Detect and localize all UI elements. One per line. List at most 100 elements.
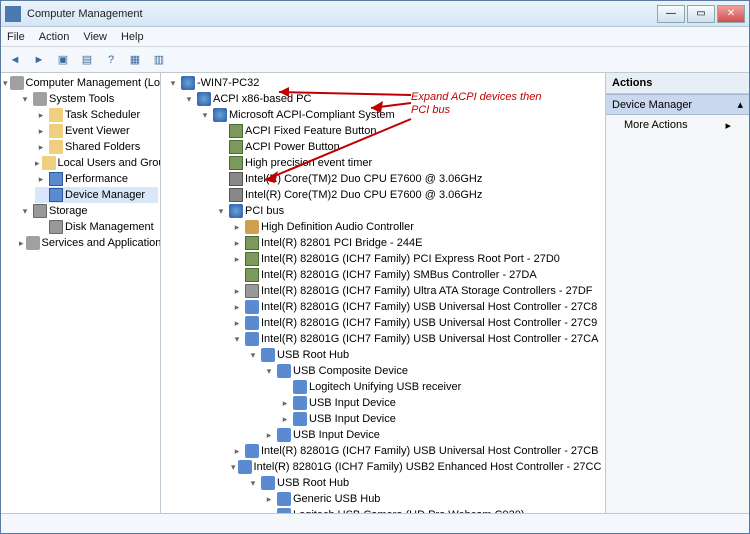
computer-icon <box>213 108 227 122</box>
toolbar: ◄ ► ▣ ▤ ? ▦ ▥ <box>1 47 749 73</box>
usb-icon <box>245 332 259 346</box>
device-tree-pane[interactable]: ▾-WIN7-PC32 ▾ACPI x86-based PC ▾Microsof… <box>161 73 605 513</box>
tree-item[interactable]: ▸USB Input Device <box>279 411 599 427</box>
actions-section[interactable]: Device Manager ▴ <box>606 94 749 115</box>
storage-icon <box>33 204 47 218</box>
menubar: File Action View Help <box>1 27 749 47</box>
show-hide-button[interactable]: ▤ <box>77 50 97 70</box>
system-icon <box>229 156 243 170</box>
forward-button[interactable]: ► <box>29 50 49 70</box>
menu-file[interactable]: File <box>7 31 25 43</box>
tree-item[interactable]: ▸USB Input Device <box>279 395 599 411</box>
system-icon <box>229 140 243 154</box>
ata-icon <box>245 284 259 298</box>
nav-performance[interactable]: ▸Performance <box>35 171 158 187</box>
statusbar <box>1 513 749 533</box>
tree-item[interactable]: ▾USB Composite Device <box>263 363 599 379</box>
cpu-icon <box>229 188 243 202</box>
tree-item[interactable]: ▾USB Root Hub <box>247 475 599 491</box>
chevron-right-icon: ▸ <box>725 119 731 132</box>
system-icon <box>245 268 259 282</box>
tree-item[interactable]: ▸High Definition Audio Controller <box>231 219 599 235</box>
menu-help[interactable]: Help <box>121 31 144 43</box>
tree-item[interactable]: ▸Intel(R) 82801G (ICH7 Family) USB Unive… <box>231 315 599 331</box>
window-frame: Computer Management — ▭ ✕ File Action Vi… <box>0 0 750 534</box>
back-button[interactable]: ◄ <box>5 50 25 70</box>
refresh-button[interactable]: ▦ <box>125 50 145 70</box>
nav-task-scheduler[interactable]: ▸Task Scheduler <box>35 107 158 123</box>
body-area: ▾Computer Management (Local ▾System Tool… <box>1 73 749 513</box>
window-title: Computer Management <box>27 8 657 20</box>
usb-icon <box>238 460 252 474</box>
collapse-icon[interactable]: ▴ <box>737 98 743 111</box>
usb-icon <box>261 348 275 362</box>
usb-icon <box>277 492 291 506</box>
nav-root[interactable]: ▾Computer Management (Local <box>3 75 158 91</box>
tree-item[interactable]: ▾Intel(R) 82801G (ICH7 Family) USB2 Enha… <box>231 459 599 475</box>
maximize-button[interactable]: ▭ <box>687 5 715 23</box>
app-icon <box>5 6 21 22</box>
clock-icon <box>49 108 63 122</box>
perf-icon <box>49 172 63 186</box>
nav-shared-folders[interactable]: ▸Shared Folders <box>35 139 158 155</box>
close-button[interactable]: ✕ <box>717 5 745 23</box>
tree-item[interactable]: ACPI Fixed Feature Button <box>215 123 599 139</box>
nav-storage[interactable]: ▾Storage <box>19 203 158 219</box>
tree-item[interactable]: Intel(R) 82801G (ICH7 Family) SMBus Cont… <box>231 267 599 283</box>
tree-acpi-pc[interactable]: ▾ACPI x86-based PC <box>183 91 599 107</box>
tree-pc[interactable]: ▾-WIN7-PC32 <box>167 75 599 91</box>
usb-icon <box>293 380 307 394</box>
action-more[interactable]: More Actions ▸ <box>606 115 749 136</box>
nav-disk-mgmt[interactable]: Disk Management <box>35 219 158 235</box>
nav-device-manager[interactable]: Device Manager <box>35 187 158 203</box>
menu-view[interactable]: View <box>83 31 107 43</box>
tree-pci-bus[interactable]: ▾PCI bus <box>215 203 599 219</box>
nav-event-viewer[interactable]: ▸Event Viewer <box>35 123 158 139</box>
usb-icon <box>261 476 275 490</box>
menu-action[interactable]: Action <box>39 31 70 43</box>
share-icon <box>49 140 63 154</box>
computer-icon <box>229 204 243 218</box>
up-button[interactable]: ▣ <box>53 50 73 70</box>
nav-services-apps[interactable]: ▸Services and Applications <box>19 235 158 251</box>
titlebar[interactable]: Computer Management — ▭ ✕ <box>1 1 749 27</box>
tree-item[interactable]: Intel(R) Core(TM)2 Duo CPU E7600 @ 3.06G… <box>215 187 599 203</box>
tree-item[interactable]: ▸Intel(R) 82801G (ICH7 Family) Ultra ATA… <box>231 283 599 299</box>
nav-system-tools[interactable]: ▾System Tools <box>19 91 158 107</box>
help-button[interactable]: ? <box>101 50 121 70</box>
tools-icon <box>33 92 47 106</box>
tree-item[interactable]: Intel(R) Core(TM)2 Duo CPU E7600 @ 3.06G… <box>215 171 599 187</box>
sound-icon <box>245 220 259 234</box>
minimize-button[interactable]: — <box>657 5 685 23</box>
cpu-icon <box>229 172 243 186</box>
nav-local-users[interactable]: ▸Local Users and Groups <box>35 155 158 171</box>
navigation-pane[interactable]: ▾Computer Management (Local ▾System Tool… <box>1 73 161 513</box>
tree-item[interactable]: High precision event timer <box>215 155 599 171</box>
computer-icon <box>181 76 195 90</box>
services-icon <box>26 236 40 250</box>
properties-button[interactable]: ▥ <box>149 50 169 70</box>
tree-acpi-system[interactable]: ▾Microsoft ACPI-Compliant System <box>199 107 599 123</box>
device-icon <box>49 188 63 202</box>
tree-item[interactable]: ▾Intel(R) 82801G (ICH7 Family) USB Unive… <box>231 331 599 347</box>
actions-header: Actions <box>606 73 749 94</box>
tree-item[interactable]: ▸Generic USB Hub <box>263 491 599 507</box>
system-icon <box>245 252 259 266</box>
event-icon <box>49 124 63 138</box>
tree-item[interactable]: ▸Intel(R) 82801 PCI Bridge - 244E <box>231 235 599 251</box>
tree-item[interactable]: Logitech USB Camera (HD Pro Webcam C920) <box>263 507 599 513</box>
disk-icon <box>49 220 63 234</box>
tree-item[interactable]: ▾USB Root Hub <box>247 347 599 363</box>
tree-item[interactable]: Logitech Unifying USB receiver <box>279 379 599 395</box>
tree-item[interactable]: ACPI Power Button <box>215 139 599 155</box>
tree-item[interactable]: ▸USB Input Device <box>263 427 599 443</box>
tree-item[interactable]: ▸Intel(R) 82801G (ICH7 Family) USB Unive… <box>231 443 599 459</box>
tree-item[interactable]: ▸Intel(R) 82801G (ICH7 Family) PCI Expre… <box>231 251 599 267</box>
usb-icon <box>277 428 291 442</box>
usb-icon <box>293 396 307 410</box>
usb-icon <box>245 316 259 330</box>
tree-item[interactable]: ▸Intel(R) 82801G (ICH7 Family) USB Unive… <box>231 299 599 315</box>
usb-icon <box>293 412 307 426</box>
computer-icon <box>197 92 211 106</box>
actions-pane: Actions Device Manager ▴ More Actions ▸ <box>605 73 749 513</box>
